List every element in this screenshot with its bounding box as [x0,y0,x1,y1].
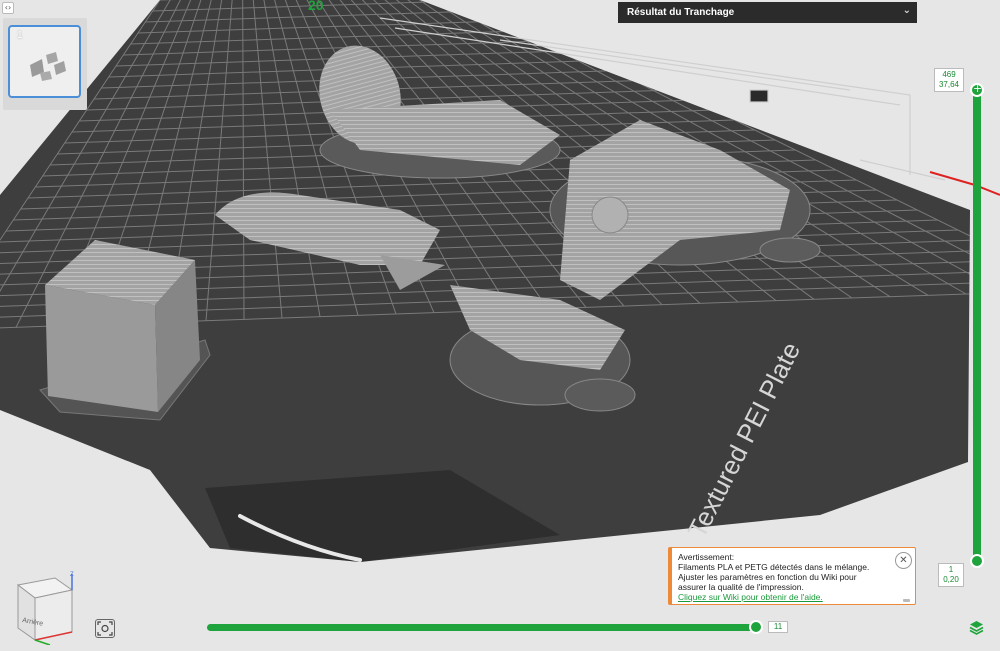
layer-slider-top-handle[interactable] [970,82,984,97]
z-axis-label: Z [70,572,74,578]
warning-line-1: Filaments PLA et PETG détectés dans le m… [678,562,870,572]
top-layer-number: 469 [942,70,956,79]
bottom-layer-readout: 1 0,20 [938,563,964,587]
close-icon[interactable]: ✕ [895,552,912,569]
layer-slider-track[interactable] [973,88,981,564]
bottom-layer-number: 1 [948,565,954,574]
top-layer-readout: 469 37,64 [934,68,964,92]
move-slider-track[interactable] [207,624,759,631]
minimize-icon[interactable] [903,599,910,602]
plate-corner-mark: 20 [308,0,324,13]
warning-title: Avertissement: [678,552,735,562]
warning-line-2: Ajuster les paramètres en fonction du Wi… [678,572,857,582]
slicing-result-title: Résultat du Tranchage [627,7,735,18]
wiki-help-link[interactable]: Cliquez sur Wiki pour obtenir de l'aide. [678,592,907,602]
plate-thumbnail[interactable]: 1 [8,25,81,98]
move-slider-value: 11 [768,621,788,633]
plate-list: 1 [3,18,87,110]
top-layer-height: 37,64 [938,80,960,89]
bottom-layer-height: 0,20 [943,575,959,584]
layer-slider-bottom-handle[interactable] [970,554,984,568]
move-slider-handle[interactable] [749,620,763,634]
warning-accent-bar [669,548,672,604]
collapse-sidebar-icon[interactable]: ‹› [2,2,14,14]
mixed-filament-warning: Avertissement: Filaments PLA et PETG dét… [668,547,916,605]
recenter-view-button[interactable] [95,619,115,638]
slicing-result-panel[interactable]: Résultat du Tranchage ⌄ [618,2,917,23]
camera-focus-icon [97,621,113,636]
double-chevron-down-icon[interactable]: ⌄ [903,5,911,16]
warning-line-3: assurer la qualité de l'impression. [678,582,804,592]
layers-icon[interactable] [969,620,984,635]
plate-number: 1 [17,30,23,41]
view-cube[interactable]: Z Arrière [10,570,80,645]
